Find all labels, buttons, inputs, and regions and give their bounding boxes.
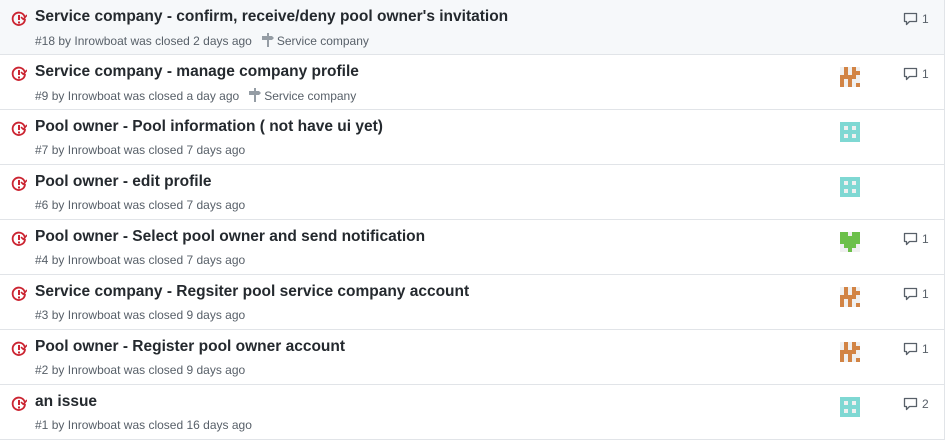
issue-closed-icon bbox=[11, 396, 27, 411]
issue-meta: #7 by Inrowboat was closed 7 days ago bbox=[35, 143, 245, 157]
closed-status-text: was closed 9 days ago bbox=[123, 308, 246, 322]
issue-closed-icon bbox=[11, 11, 27, 26]
closed-status-text: was closed 7 days ago bbox=[123, 143, 246, 157]
by-label: by bbox=[51, 253, 65, 267]
comments-link[interactable]: 1 bbox=[903, 287, 929, 301]
comment-icon bbox=[903, 67, 918, 81]
issue-title-link[interactable]: Pool owner - Register pool owner account bbox=[35, 338, 345, 356]
issue-row[interactable]: Service company - confirm, receive/deny … bbox=[0, 0, 944, 55]
closed-status-text: was closed 7 days ago bbox=[123, 198, 246, 212]
by-label: by bbox=[51, 143, 65, 157]
author-link[interactable]: Inrowboat bbox=[68, 308, 121, 322]
author-link[interactable]: Inrowboat bbox=[68, 143, 121, 157]
by-label: by bbox=[51, 308, 65, 322]
issue-number: #7 bbox=[35, 143, 49, 157]
assignee-avatar[interactable] bbox=[840, 232, 860, 252]
issue-meta: #18 by Inrowboat was closed 2 days ago Se… bbox=[35, 33, 369, 48]
issue-closed-icon bbox=[11, 176, 27, 191]
closed-status-text: was closed a day ago bbox=[123, 89, 240, 103]
issue-row[interactable]: an issue #1 by Inrowboat was closed 16 da… bbox=[0, 385, 944, 440]
comment-icon bbox=[903, 287, 918, 301]
comment-count: 1 bbox=[922, 232, 929, 246]
assignee-avatar[interactable] bbox=[840, 287, 860, 307]
issue-number: #18 bbox=[35, 34, 56, 48]
author-link[interactable]: Inrowboat bbox=[68, 363, 121, 377]
issue-meta: #4 by Inrowboat was closed 7 days ago bbox=[35, 253, 245, 267]
issue-meta: #6 by Inrowboat was closed 7 days ago bbox=[35, 198, 245, 212]
issue-closed-icon bbox=[11, 286, 27, 301]
assignee-avatar[interactable] bbox=[840, 122, 860, 142]
comment-count: 1 bbox=[922, 12, 929, 26]
comments-link[interactable]: 1 bbox=[903, 342, 929, 356]
author-link[interactable]: Inrowboat bbox=[68, 198, 121, 212]
comments-link[interactable]: 1 bbox=[903, 12, 929, 26]
comments-link[interactable]: 1 bbox=[903, 67, 929, 81]
assignee-avatar[interactable] bbox=[840, 67, 860, 87]
issue-title-link[interactable]: Service company - Regsiter pool service … bbox=[35, 283, 469, 301]
assignee-avatar[interactable] bbox=[840, 342, 860, 362]
comment-icon bbox=[903, 12, 918, 26]
milestone-label: Service company bbox=[264, 89, 357, 103]
by-label: by bbox=[51, 89, 65, 103]
issue-number: #6 bbox=[35, 198, 49, 212]
issue-row[interactable]: Pool owner - edit profile #6 by Inrowboat… bbox=[0, 165, 944, 220]
author-link[interactable]: Inrowboat bbox=[68, 418, 121, 432]
issue-title-link[interactable]: an issue bbox=[35, 393, 97, 411]
milestone-icon bbox=[249, 88, 262, 102]
issue-title-link[interactable]: Service company - manage company profile bbox=[35, 63, 359, 81]
by-label: by bbox=[58, 34, 72, 48]
issue-row[interactable]: Service company - manage company profile… bbox=[0, 55, 944, 110]
issue-closed-icon bbox=[11, 121, 27, 136]
issue-closed-icon bbox=[11, 66, 27, 81]
milestone-icon bbox=[261, 33, 274, 47]
issue-row[interactable]: Pool owner - Pool information ( not have… bbox=[0, 110, 944, 165]
issue-number: #4 bbox=[35, 253, 49, 267]
issue-meta: #2 by Inrowboat was closed 9 days ago bbox=[35, 363, 245, 377]
comment-count: 1 bbox=[922, 342, 929, 356]
issue-meta: #3 by Inrowboat was closed 9 days ago bbox=[35, 308, 245, 322]
issue-title-link[interactable]: Pool owner - Pool information ( not have… bbox=[35, 118, 383, 136]
assignee-avatar[interactable] bbox=[840, 397, 860, 417]
comment-icon bbox=[903, 397, 918, 411]
closed-status-text: was closed 9 days ago bbox=[123, 363, 246, 377]
issue-number: #9 bbox=[35, 89, 49, 103]
issue-title-link[interactable]: Pool owner - edit profile bbox=[35, 173, 212, 191]
closed-status-text: was closed 2 days ago bbox=[130, 34, 252, 48]
by-label: by bbox=[51, 418, 65, 432]
issue-title-link[interactable]: Pool owner - Select pool owner and send … bbox=[35, 228, 425, 246]
issue-row[interactable]: Service company - Regsiter pool service … bbox=[0, 275, 944, 330]
author-link[interactable]: Inrowboat bbox=[74, 34, 127, 48]
issue-closed-icon bbox=[11, 341, 27, 356]
comment-icon bbox=[903, 342, 918, 356]
milestone-link[interactable]: Service company bbox=[249, 88, 356, 103]
closed-status-text: was closed 7 days ago bbox=[123, 253, 246, 267]
issue-row[interactable]: Pool owner - Register pool owner account… bbox=[0, 330, 944, 385]
issue-number: #3 bbox=[35, 308, 49, 322]
issue-title-link[interactable]: Service company - confirm, receive/deny … bbox=[35, 8, 508, 26]
author-link[interactable]: Inrowboat bbox=[68, 89, 121, 103]
closed-status-text: was closed 16 days ago bbox=[123, 418, 252, 432]
comment-icon bbox=[903, 232, 918, 246]
issue-meta: #9 by Inrowboat was closed a day ago Serv… bbox=[35, 88, 356, 103]
by-label: by bbox=[51, 363, 65, 377]
comment-count: 1 bbox=[922, 287, 929, 301]
milestone-label: Service company bbox=[276, 34, 369, 48]
comments-link[interactable]: 1 bbox=[903, 232, 929, 246]
comment-count: 2 bbox=[922, 397, 929, 411]
assignee-avatar[interactable] bbox=[840, 177, 860, 197]
issue-closed-icon bbox=[11, 231, 27, 246]
issues-list: Service company - confirm, receive/deny … bbox=[0, 0, 945, 440]
issue-meta: #1 by Inrowboat was closed 16 days ago bbox=[35, 418, 252, 432]
milestone-link[interactable]: Service company bbox=[261, 33, 369, 48]
issue-number: #2 bbox=[35, 363, 49, 377]
issue-row[interactable]: Pool owner - Select pool owner and send … bbox=[0, 220, 944, 275]
comments-link[interactable]: 2 bbox=[903, 397, 929, 411]
by-label: by bbox=[51, 198, 65, 212]
issue-number: #1 bbox=[35, 418, 49, 432]
author-link[interactable]: Inrowboat bbox=[68, 253, 121, 267]
comment-count: 1 bbox=[922, 67, 929, 81]
